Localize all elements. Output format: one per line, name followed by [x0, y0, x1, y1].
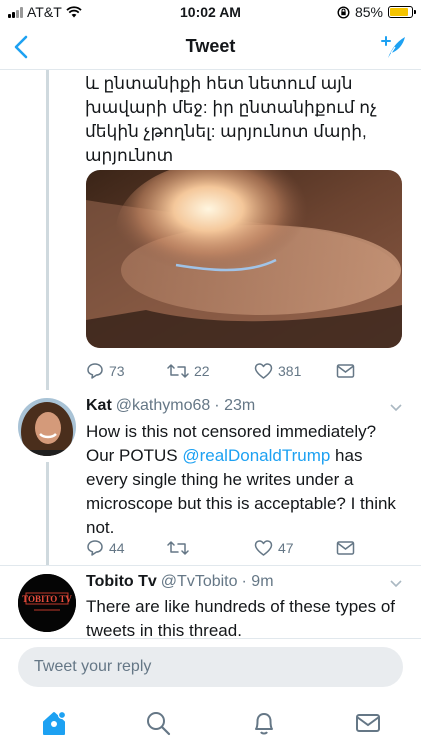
- home-icon[interactable]: [40, 709, 68, 737]
- notifications-icon[interactable]: [250, 709, 278, 737]
- share-button[interactable]: [336, 361, 355, 381]
- divider: [0, 565, 421, 566]
- reply-button[interactable]: 73: [86, 361, 125, 381]
- retweet-count: 22: [194, 363, 210, 379]
- share-button[interactable]: [336, 538, 355, 558]
- retweet-icon: [167, 364, 189, 378]
- orientation-lock-icon: [337, 5, 350, 19]
- search-icon[interactable]: [144, 709, 172, 737]
- thread-line: [46, 70, 49, 390]
- like-count: 47: [278, 540, 294, 556]
- reply-author-handle[interactable]: @kathymo68: [116, 397, 211, 415]
- reply-header: Tobito Tv @TvTobito · 9m: [86, 573, 274, 591]
- reply-header: Kat @kathymo68 · 23m: [86, 397, 255, 415]
- heart-icon: [254, 540, 273, 556]
- compose-tweet-icon[interactable]: [379, 33, 407, 61]
- thread-line: [46, 462, 49, 565]
- reply-timestamp: · 23m: [214, 397, 256, 414]
- battery-percent: 85%: [354, 4, 383, 20]
- like-button[interactable]: 47: [254, 538, 294, 558]
- reply-text: There are like hundreds of these types o…: [86, 597, 396, 640]
- chevron-down-icon[interactable]: [389, 403, 403, 413]
- retweet-icon: [167, 541, 189, 555]
- reply-input[interactable]: [18, 647, 403, 687]
- reply-author-name[interactable]: Tobito Tv: [86, 573, 157, 591]
- like-button[interactable]: 381: [254, 361, 301, 381]
- avatar-logo-text: TOBITO TV: [22, 594, 72, 604]
- reply-count: 73: [109, 363, 125, 379]
- nav-bar: Tweet: [0, 24, 421, 70]
- reply-icon: [87, 540, 103, 556]
- battery-icon: [388, 6, 416, 18]
- tab-bar: [0, 697, 421, 750]
- mail-icon: [336, 541, 355, 555]
- mail-icon: [336, 364, 355, 378]
- reply-author-handle[interactable]: @TvTobito: [161, 573, 238, 591]
- reply-text: How is this not censored immediately? Ou…: [86, 420, 408, 540]
- retweet-button[interactable]: [167, 538, 194, 558]
- tweet-media-image[interactable]: [86, 170, 402, 348]
- status-bar: AT&T 10:02 AM 85%: [0, 0, 421, 24]
- avatar[interactable]: TOBITO TV: [18, 574, 76, 632]
- reply-timestamp: · 9m: [241, 573, 274, 590]
- reply-author-name[interactable]: Kat: [86, 397, 112, 415]
- messages-icon[interactable]: [354, 709, 382, 737]
- reply-count: 44: [109, 540, 125, 556]
- avatar[interactable]: [18, 398, 76, 456]
- mention-link[interactable]: @realDonaldTrump: [182, 446, 330, 465]
- page-title: Tweet: [185, 36, 236, 56]
- chevron-down-icon[interactable]: [389, 579, 403, 589]
- retweet-button[interactable]: 22: [167, 361, 210, 381]
- reply-composer: [18, 647, 403, 687]
- battery-fill: [390, 8, 408, 16]
- status-right: 85%: [337, 4, 416, 20]
- heart-icon: [254, 363, 273, 379]
- reply-icon: [87, 363, 103, 379]
- tweet-text: և ընտանիքի հետ նետում այն խավարի մեջ: իր…: [85, 74, 377, 165]
- reply-button[interactable]: 44: [86, 538, 125, 558]
- divider: [0, 638, 421, 639]
- like-count: 381: [278, 363, 302, 379]
